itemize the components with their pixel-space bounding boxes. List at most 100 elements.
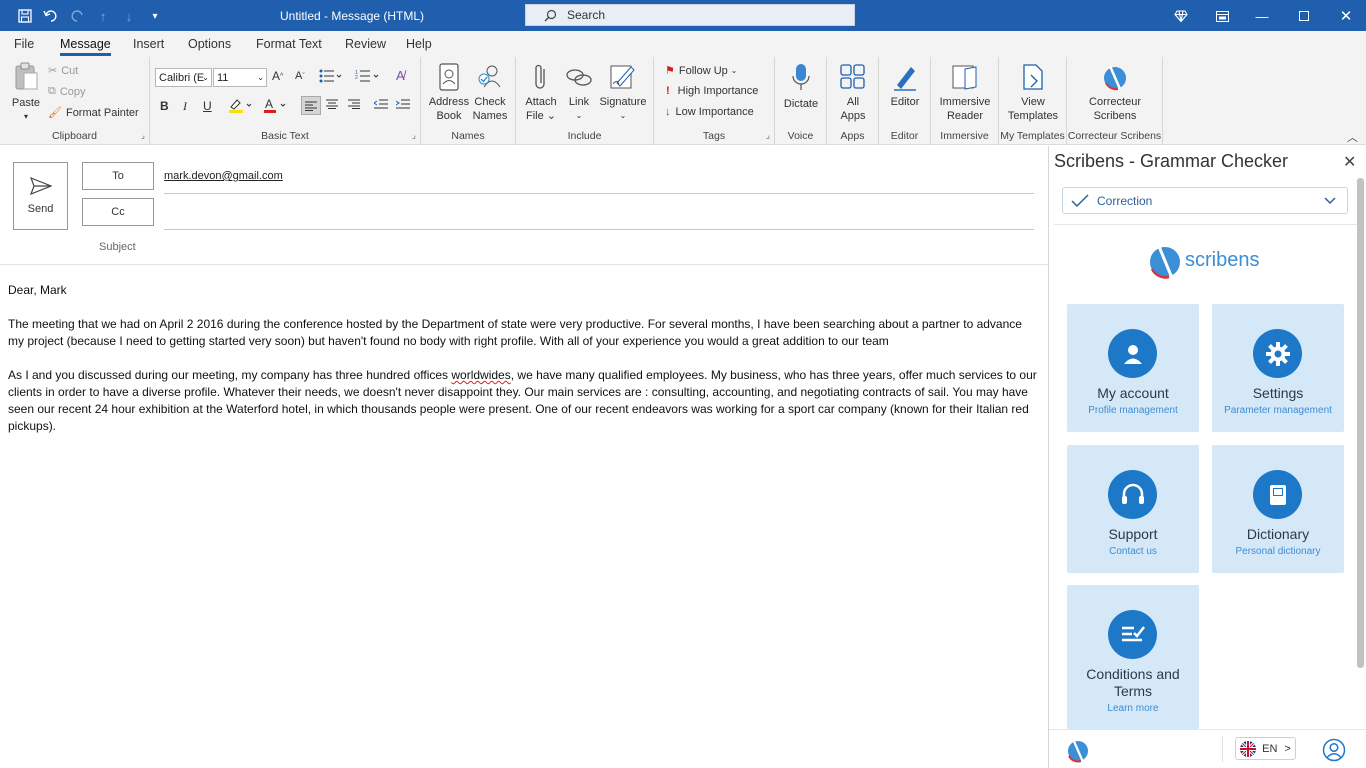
attach-file-button[interactable]: Attach File ⌄ [522,63,560,123]
close-panel-icon[interactable]: ✕ [1343,152,1356,172]
cc-button[interactable]: Cc [82,198,154,226]
tile-conditions-terms-subtitle: Learn more [1107,703,1159,714]
panel-title: Scribens - Grammar Checker [1054,151,1289,171]
tile-support-subtitle: Contact us [1109,546,1157,557]
all-apps-button[interactable]: All Apps [831,63,875,123]
search-box[interactable]: Search [525,4,855,26]
align-right-icon[interactable] [348,99,360,109]
names-group-label: Names [451,130,485,142]
diamond-icon[interactable] [1169,6,1193,26]
tile-dictionary[interactable]: Dictionary Personal dictionary [1212,445,1344,573]
align-left-icon[interactable] [301,96,321,115]
high-importance-button[interactable]: ! High Importance [666,85,758,97]
panel-scrollbar[interactable] [1357,178,1364,668]
cc-field[interactable] [164,229,1034,230]
group-names: Address Book Check Names Names [421,57,516,145]
numbering-icon[interactable]: 12 [355,69,381,83]
send-button[interactable]: Send [13,162,68,230]
signature-button[interactable]: Signature ⌄ [598,63,648,123]
copy-button[interactable]: ⧉ Copy [48,85,86,98]
user-profile-icon[interactable] [1322,738,1346,762]
undo-icon[interactable] [41,6,61,26]
view-templates-button[interactable]: View Templates [1005,63,1061,123]
font-color-icon[interactable]: A [263,97,291,113]
underline-icon[interactable]: U [203,99,212,113]
low-importance-label: Low Importance [675,106,754,118]
font-size-select[interactable]: 11 ⌄ [213,68,267,87]
tab-insert[interactable]: Insert [133,37,164,51]
correcteur-scribens-group-label: Correcteur Scribens [1067,130,1162,142]
editor-button[interactable]: Editor [883,63,927,109]
clipboard-group-label: Clipboard [52,130,97,142]
decrease-indent-icon[interactable] [374,99,388,109]
scribens-logo-icon[interactable] [1066,737,1090,763]
customize-toolbar-icon[interactable]: ▾ [145,6,165,26]
ribbon: Paste ▾ ✂ Cut ⧉ Copy 🖌 Format Painter Clipb… [0,57,1366,145]
clear-formatting-icon[interactable]: A̸ [396,68,405,83]
dialog-launcher-icon[interactable]: ⌟ [766,130,770,141]
address-book-icon [439,63,459,91]
language-button[interactable]: EN > [1235,737,1296,760]
tab-options[interactable]: Options [188,37,231,51]
tab-message[interactable]: Message [60,37,111,56]
address-book-button[interactable]: Address Book [427,63,471,123]
maximize-icon[interactable] [1292,6,1316,26]
to-field[interactable] [164,193,1034,194]
font-name-select[interactable]: Calibri (E ⌄ [155,68,212,87]
increase-indent-icon[interactable] [396,99,410,109]
arrow-down-icon: ↓ [665,106,671,118]
bullets-icon[interactable] [319,69,343,83]
language-code: EN [1262,742,1278,755]
spelling-error[interactable]: worldwides [451,368,510,382]
arrow-down-icon[interactable]: ↓ [119,6,139,26]
tile-conditions-terms[interactable]: Conditions and Terms Learn more [1067,585,1199,729]
link-button[interactable]: Link ⌄ [562,63,596,123]
window-title: Untitled - Message (HTML) [280,9,425,23]
tab-review[interactable]: Review [345,37,386,51]
tile-my-account[interactable]: My account Profile management [1067,304,1199,432]
tile-my-account-title: My account [1097,385,1169,401]
tile-my-account-subtitle: Profile management [1088,405,1178,416]
immersive-reader-icon [952,65,977,90]
bold-icon[interactable]: B [160,99,169,113]
to-button[interactable]: To [82,162,154,190]
low-importance-button[interactable]: ↓ Low Importance [665,106,754,118]
tile-settings[interactable]: Settings Parameter management [1212,304,1344,432]
italic-icon[interactable]: I [183,99,187,114]
immersive-reader-button[interactable]: Immersive Reader [935,63,995,123]
scribens-logo-icon [1104,65,1126,91]
send-icon [29,177,52,195]
shrink-font-icon[interactable]: Aˇ [295,70,305,82]
paste-button[interactable]: Paste ▾ [8,62,44,124]
editor-group-label: Editor [890,130,919,142]
tab-help[interactable]: Help [406,37,432,51]
tab-file[interactable]: File [14,37,34,51]
close-window-icon[interactable]: ✕ [1334,6,1358,26]
collapse-ribbon-icon[interactable]: ︿ [1347,129,1358,145]
cut-button[interactable]: ✂ Cut [48,64,78,78]
dictate-button[interactable]: Dictate [779,63,823,111]
check-names-button[interactable]: Check Names [469,63,511,123]
basic-text-group-label: Basic Text [261,130,309,142]
dialog-launcher-icon[interactable]: ⌟ [412,130,416,141]
tab-format-text[interactable]: Format Text [256,37,322,51]
highlight-icon[interactable] [227,97,255,113]
format-painter-button[interactable]: 🖌 Format Painter [48,106,139,120]
save-icon[interactable] [15,6,35,26]
tile-support[interactable]: Support Contact us [1067,445,1199,573]
redo-icon[interactable] [67,6,87,26]
to-recipient[interactable]: mark.devon@gmail.com [164,170,283,182]
message-body[interactable]: Dear, Mark The meeting that we had on Ap… [8,282,1038,452]
tile-dictionary-title: Dictionary [1246,526,1310,542]
grow-font-icon[interactable]: A ^ [272,69,283,83]
correcteur-scribens-button[interactable]: Correcteur Scribens [1077,63,1153,123]
ribbon-display-icon[interactable] [1210,6,1234,26]
minimize-icon[interactable]: — [1250,6,1274,26]
headset-icon [1121,483,1144,504]
mode-dropdown[interactable]: Correction [1062,187,1348,214]
follow-up-button[interactable]: ⚑ Follow Up ⌄ [665,64,737,78]
dialog-launcher-icon[interactable]: ⌟ [141,130,145,141]
immersive-group-label: Immersive [940,130,989,142]
arrow-up-icon[interactable]: ↑ [93,6,113,26]
align-center-icon[interactable] [326,99,338,109]
